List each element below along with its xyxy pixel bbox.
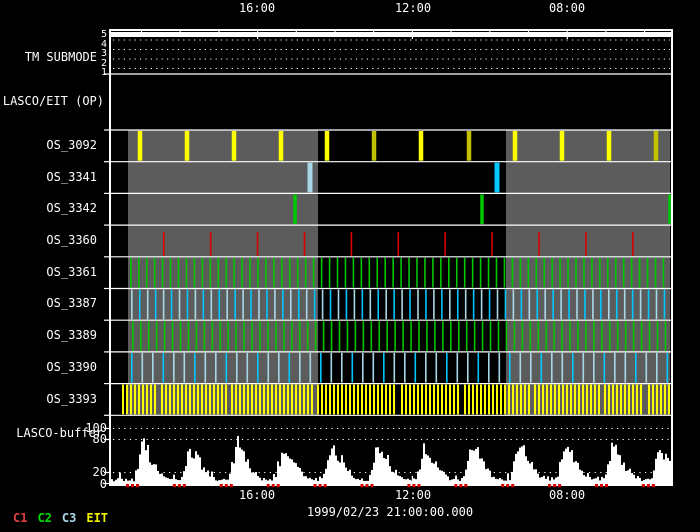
top-axis-label-12: 12:00 <box>395 2 431 15</box>
buffer-red-mark <box>600 484 603 487</box>
buffer-red-mark <box>225 484 228 487</box>
row-label-os-3341: OS_3341 <box>46 171 97 184</box>
buffer-red-mark <box>548 484 551 487</box>
lasco-planning-timeline: 16:00 12:00 08:00 TM SUBMODE LASCO/EIT (… <box>0 0 700 532</box>
row-label-os-3393: OS_3393 <box>46 393 97 406</box>
legend-item-c1: C1 <box>13 511 27 525</box>
buffer-red-mark <box>314 484 317 487</box>
row-os_3389 <box>132 321 666 351</box>
buffer-red-mark <box>595 484 598 487</box>
buffer-red-mark <box>366 484 369 487</box>
buffer-red-mark <box>319 484 322 487</box>
tm-submode-value-line <box>111 32 671 37</box>
row-label-os-3390: OS_3390 <box>46 361 97 374</box>
buffer-red-mark <box>652 484 655 487</box>
row-os_3361 <box>130 258 664 288</box>
buffer-scale-0: 0 <box>100 478 107 491</box>
timeline-plot-canvas[interactable] <box>0 0 700 532</box>
buffer-red-mark <box>454 484 457 487</box>
bottom-axis-label-16: 16:00 <box>239 489 275 502</box>
top-axis-label-08: 08:00 <box>549 2 585 15</box>
buffer-red-mark <box>131 484 134 487</box>
top-axis-label-16: 16:00 <box>239 2 275 15</box>
buffer-red-mark <box>412 484 415 487</box>
row-label-os-3361: OS_3361 <box>46 266 97 279</box>
legend-item-c3: C3 <box>62 511 76 525</box>
buffer-red-mark <box>506 484 509 487</box>
legend-item-c2: C2 <box>37 511 51 525</box>
buffer-red-mark <box>558 484 561 487</box>
row-os_3387 <box>131 290 665 320</box>
row-label-lasco-eit-op: LASCO/EIT (OP) <box>3 95 104 108</box>
submode-scale-1: 1 <box>101 68 107 78</box>
buffer-red-mark <box>647 484 650 487</box>
buffer-red-mark <box>361 484 364 487</box>
buffer-red-mark <box>173 484 176 487</box>
row-label-os-3342: OS_3342 <box>46 202 97 215</box>
row-label-tm-submode: TM SUBMODE <box>25 51 97 64</box>
row-os_3341 <box>308 163 500 193</box>
buffer-red-mark <box>464 484 467 487</box>
buffer-red-mark <box>230 484 233 487</box>
row-label-os-3387: OS_3387 <box>46 297 97 310</box>
row-label-os-3092: OS_3092 <box>46 139 97 152</box>
buffer-red-mark <box>407 484 410 487</box>
buffer-red-mark <box>417 484 420 487</box>
bottom-axis-label-12: 12:00 <box>395 489 431 502</box>
buffer-red-mark <box>136 484 139 487</box>
buffer-red-mark <box>605 484 608 487</box>
buffer-red-mark <box>642 484 645 487</box>
buffer-red-mark <box>126 484 129 487</box>
buffer-red-mark <box>272 484 275 487</box>
buffer-red-mark <box>553 484 556 487</box>
buffer-red-mark <box>511 484 514 487</box>
buffer-red-mark <box>459 484 462 487</box>
buffer-red-mark <box>277 484 280 487</box>
telescope-legend: C1 C2 C3 EIT <box>13 511 108 525</box>
buffer-red-mark <box>324 484 327 487</box>
buffer-scale-80: 80 <box>93 433 107 446</box>
legend-item-eit: EIT <box>86 511 108 525</box>
epoch-date-label: 1999/02/23 21:00:00.000 <box>307 506 473 519</box>
buffer-red-mark <box>183 484 186 487</box>
row-label-os-3389: OS_3389 <box>46 329 97 342</box>
buffer-red-mark <box>178 484 181 487</box>
row-lasco-buffer <box>111 429 671 485</box>
row-label-os-3360: OS_3360 <box>46 234 97 247</box>
bottom-axis-label-08: 08:00 <box>549 489 585 502</box>
buffer-red-mark <box>220 484 223 487</box>
buffer-red-mark <box>501 484 504 487</box>
buffer-red-mark <box>371 484 374 487</box>
buffer-red-mark <box>267 484 270 487</box>
